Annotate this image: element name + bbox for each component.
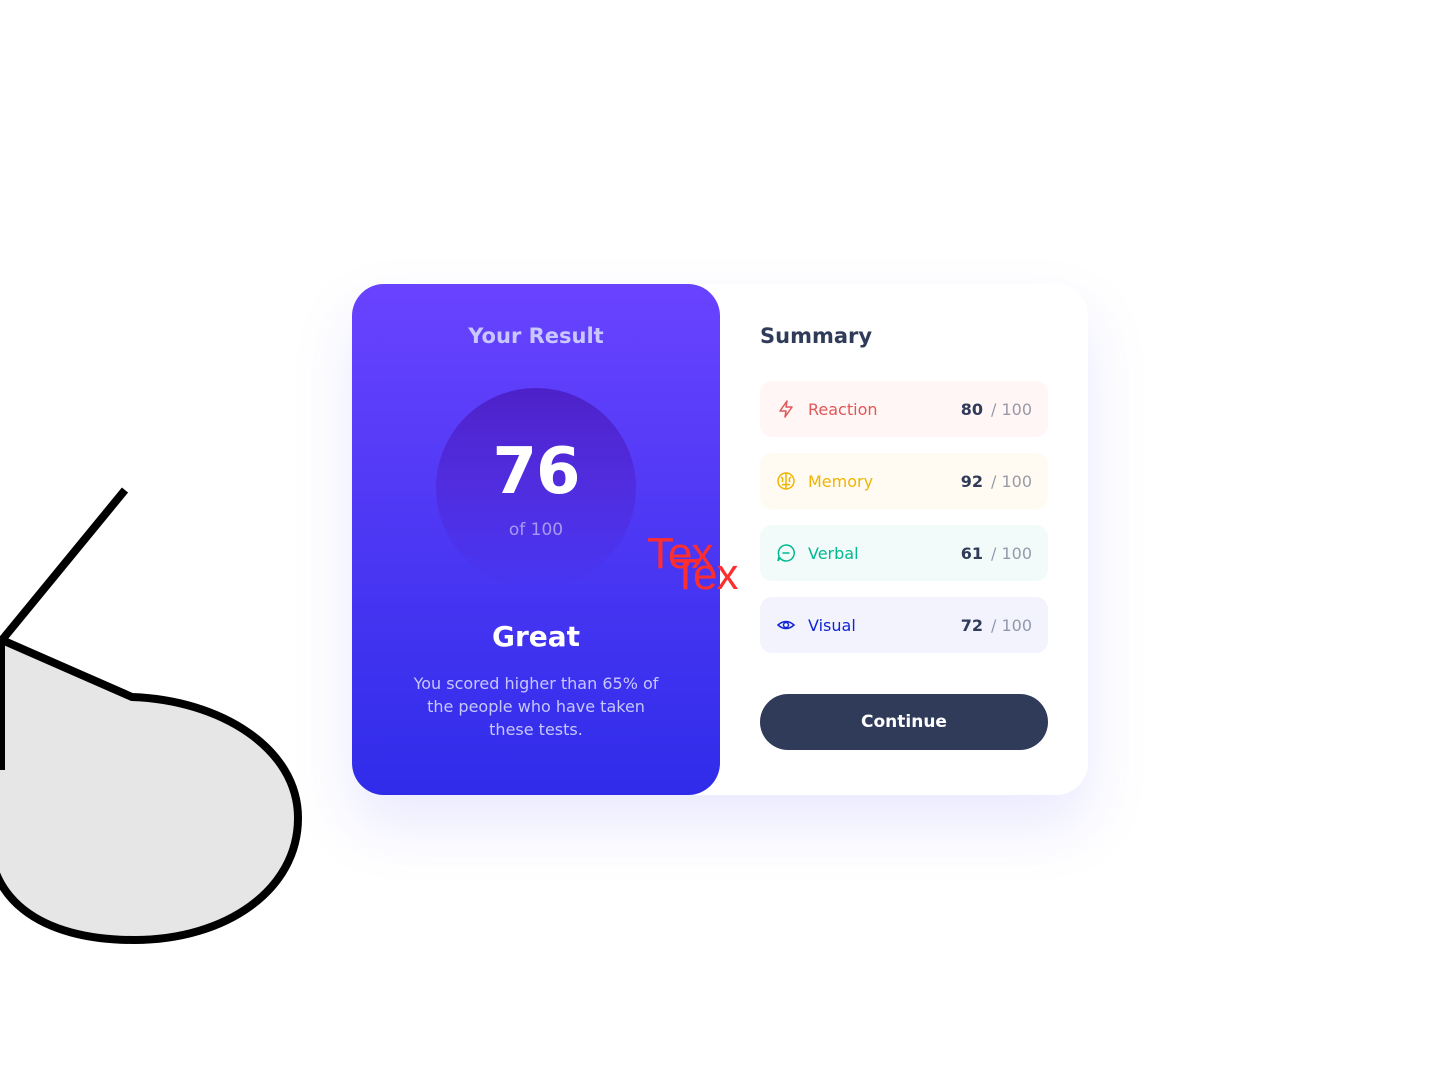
summary-item-reaction: Reaction 80 / 100 <box>760 381 1048 437</box>
brain-icon <box>776 471 796 491</box>
chat-bubble-icon <box>776 543 796 563</box>
score-value: 76 <box>492 435 580 509</box>
summary-item-score: 72 <box>960 615 983 635</box>
summary-item-visual: Visual 72 / 100 <box>760 597 1048 653</box>
summary-item-max: / 100 <box>990 615 1032 635</box>
overlay-text-2: Tex <box>672 550 738 599</box>
summary-item-max: / 100 <box>990 471 1032 491</box>
summary-item-label: Memory <box>808 471 874 491</box>
summary-item-score: 92 <box>960 471 983 491</box>
score-of-label: of 100 <box>508 520 564 540</box>
speech-bubble-shape <box>0 487 303 945</box>
result-description: You scored higher than 65% of the people… <box>413 674 659 739</box>
summary-title: Summary <box>760 324 873 348</box>
summary-item-max: / 100 <box>990 543 1032 563</box>
eye-icon <box>776 615 796 635</box>
continue-button[interactable]: Continue <box>760 694 1048 750</box>
summary-item-score: 61 <box>960 543 983 563</box>
page: Your Result 76 of 100 Great You scored h… <box>0 0 1440 1079</box>
summary-panel: Summary Reaction 80 / 100 Memory 92 / 10… <box>720 284 1088 795</box>
lightning-icon <box>776 399 796 419</box>
summary-item-label: Verbal <box>808 543 859 563</box>
result-title: Your Result <box>468 324 604 348</box>
summary-item-max: / 100 <box>990 399 1032 419</box>
summary-item-memory: Memory 92 / 100 <box>760 453 1048 509</box>
score-circle: 76 of 100 <box>436 388 636 588</box>
rating-label: Great <box>491 620 581 653</box>
summary-item-label: Visual <box>808 615 856 635</box>
results-card: Your Result 76 of 100 Great You scored h… <box>352 284 1088 795</box>
summary-item-label: Reaction <box>808 399 878 419</box>
summary-item-score: 80 <box>960 399 983 419</box>
summary-item-verbal: Verbal 61 / 100 <box>760 525 1048 581</box>
